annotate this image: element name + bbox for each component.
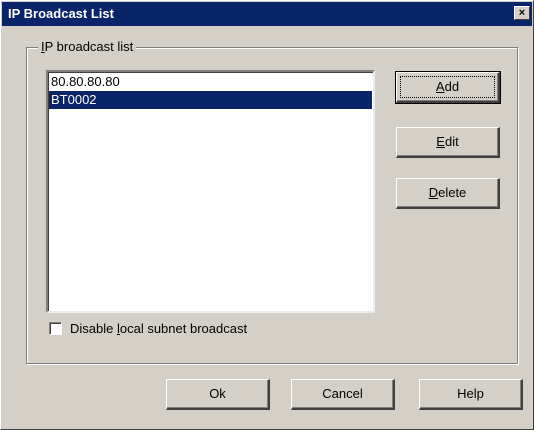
close-button[interactable]: × [514, 6, 530, 20]
add-button[interactable]: Add [395, 71, 501, 104]
dialog-window: IP Broadcast List × IP broadcast list 80… [0, 0, 534, 430]
group-legend: IP broadcast list [38, 39, 137, 54]
edit-button[interactable]: Edit [396, 127, 500, 158]
checkbox-label[interactable]: Disable local subnet broadcast [70, 321, 247, 336]
close-icon: × [518, 7, 526, 19]
ok-button[interactable]: Ok [166, 379, 270, 410]
delete-button[interactable]: Delete [396, 178, 500, 209]
list-item[interactable]: 80.80.80.80 [49, 73, 372, 91]
broadcast-listbox[interactable]: 80.80.80.80 BT0002 [46, 70, 375, 313]
window-title: IP Broadcast List [8, 6, 114, 21]
disable-subnet-broadcast-checkbox[interactable] [49, 322, 62, 335]
cancel-button[interactable]: Cancel [291, 379, 395, 410]
focus-rectangle [400, 76, 495, 98]
list-item-selected[interactable]: BT0002 [49, 91, 372, 109]
help-button[interactable]: Help [419, 379, 523, 410]
title-bar[interactable]: IP Broadcast List × [2, 2, 532, 26]
